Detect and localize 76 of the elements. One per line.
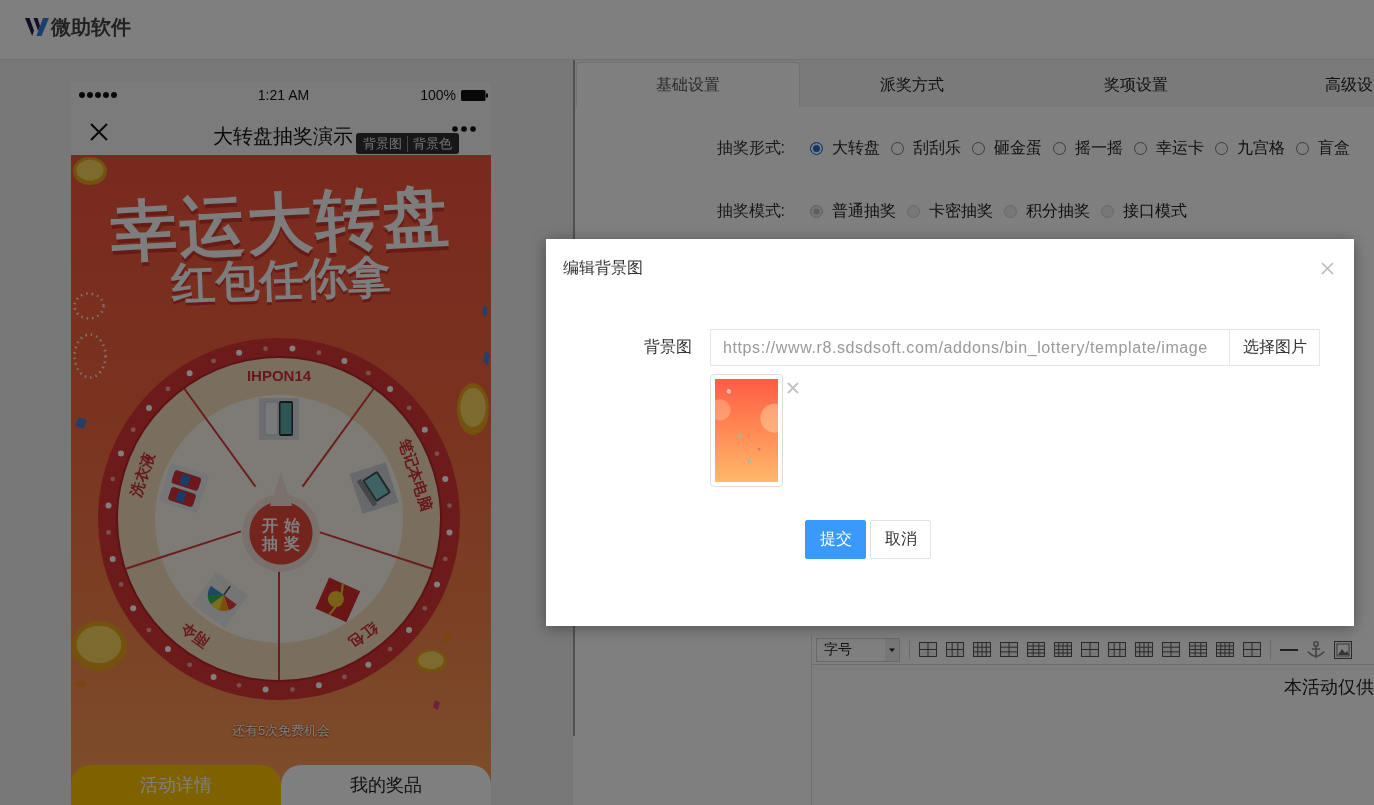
coin-icon [71,621,127,671]
dialog-title: 编辑背景图 [563,258,643,278]
radio-icon[interactable] [891,141,904,155]
editor-text: 本活动仅供 [1284,677,1374,698]
phone-tab[interactable]: 我的奖品 [281,765,491,805]
radio-option[interactable]: 砸金蛋 [972,138,1042,158]
radio-icon[interactable] [1134,141,1147,155]
choose-image-button[interactable]: 选择图片 [1229,329,1320,366]
coin-icon [415,649,447,673]
radio-option[interactable]: 刮刮乐 [891,138,961,158]
radio-icon[interactable] [972,141,985,155]
radio-icon[interactable] [1053,141,1066,155]
signal-icon [79,92,117,98]
font-size-select[interactable]: 字号 [816,637,900,662]
settings-tab[interactable]: 派奖方式 [800,62,1024,107]
url-input[interactable]: https://www.r8.sdsdsoft.com/addons/bin_lottery/template/image [710,329,1229,366]
edit-tag[interactable]: 背景色 [407,135,457,152]
settings-tab[interactable]: 高级设 [1248,62,1374,107]
table-icon[interactable] [1108,642,1126,657]
more-icon[interactable] [452,125,476,132]
chances-text: 还有5次免费机会 [231,722,331,740]
start-button[interactable]: 开始抽奖 [242,472,320,572]
radio-option[interactable]: 大转盘 [810,138,880,158]
table-icon[interactable] [1054,642,1072,657]
close-icon[interactable] [90,122,108,141]
table-icon[interactable] [1216,642,1234,657]
coin-icon [73,157,107,185]
logo-icon [25,17,49,36]
confetti-icon [482,305,488,317]
table-icon[interactable] [1135,642,1153,657]
table-icon[interactable] [1000,642,1018,657]
prize-label: 红包 [346,619,381,652]
field-label: 抽奖模式: [715,200,785,221]
prize-label: 雨伞 [177,619,212,652]
confetti-icon [433,700,440,710]
phone-image [259,398,299,440]
status-time: 1:21 AM [257,87,310,103]
prize-label: IHPON14 [246,366,312,384]
field-label: 抽奖形式: [715,137,785,158]
primary-button[interactable]: 提交 [805,520,866,559]
radio-option[interactable]: 幸运卡 [1134,138,1204,158]
battery-percentage: 100% [420,87,456,103]
table-icon[interactable] [1162,642,1180,657]
page-title: 大转盘抽奖演示 [213,123,353,148]
brand-name: 微助软件 [51,14,131,39]
radio-option[interactable]: 盲盒 [1296,138,1350,158]
dotted-ring-icon [73,292,105,320]
table-icon[interactable] [919,642,937,657]
horizontal-line-icon[interactable] [1280,648,1298,651]
table-icon[interactable] [1027,642,1045,657]
table-icon[interactable] [1081,642,1099,657]
table-icon[interactable] [973,642,991,657]
dotted-ring-icon [73,333,107,379]
battery-icon [461,89,488,101]
radio-icon[interactable] [1296,141,1309,155]
settings-tab[interactable]: 奖项设置 [1024,62,1248,107]
caret-icon [885,638,899,661]
radio-option[interactable]: 摇一摇 [1053,138,1123,158]
confetti-icon [483,351,490,365]
table-icon[interactable] [946,642,964,657]
radio-icon[interactable] [810,141,823,155]
edit-tag[interactable]: 背景图 [358,135,407,152]
prize-label: 笔记本电脑 [396,436,436,513]
radio-option[interactable]: 九宫格 [1215,138,1285,158]
confetti-icon [75,417,87,429]
field-label: 背景图 [643,337,692,357]
image-icon[interactable] [1334,640,1352,659]
prize-label: 洗衣液 [127,450,158,499]
coin-icon [457,383,489,435]
settings-tab[interactable]: 基础设置 [576,62,800,107]
table-icon[interactable] [1189,642,1207,657]
table-icon[interactable] [1243,642,1261,657]
editor-field[interactable]: 本活动仅供 [811,665,1374,805]
default-button[interactable]: 取消 [870,520,931,559]
anchor-icon[interactable] [1307,640,1325,659]
radio-icon[interactable] [1215,141,1228,155]
